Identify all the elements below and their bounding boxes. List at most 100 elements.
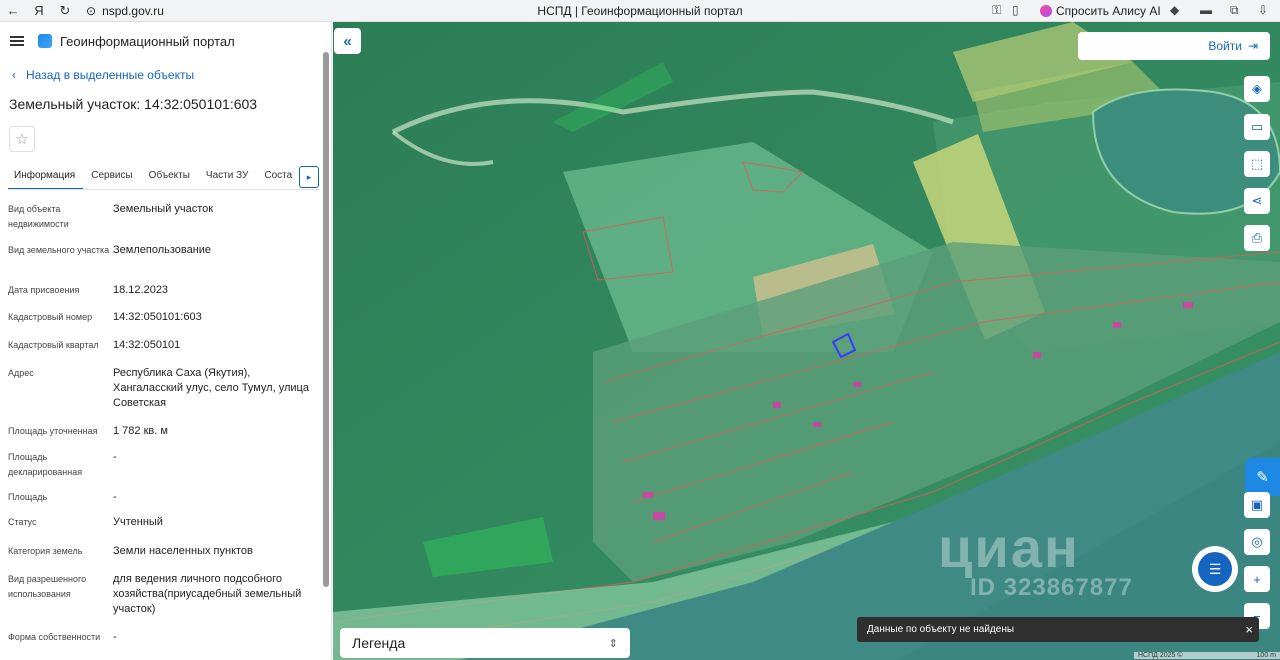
info-value: - xyxy=(113,631,117,643)
share-page-icon[interactable]: ⧉ xyxy=(1230,3,1239,18)
info-value: Республика Саха (Якутия), Хангаласский у… xyxy=(113,367,309,409)
info-value: 14:32:050101:603 xyxy=(113,311,202,323)
info-label: Площадь xyxy=(8,492,48,502)
info-label: Вид разрешенного использования xyxy=(8,574,87,599)
info-row: Кадастровый номер 14:32:050101:603 xyxy=(8,310,320,338)
info-value: 18.12.2023 xyxy=(113,284,169,296)
layers-icon: ◈ xyxy=(1252,81,1262,96)
yandex-icon[interactable]: Я xyxy=(26,3,52,18)
legend-select[interactable]: Легенда ⇕ xyxy=(340,628,630,658)
measure-button[interactable]: ▭ xyxy=(1244,114,1270,140)
address-bar[interactable]: ⊙ nspd.gov.ru xyxy=(86,4,164,18)
reload-icon[interactable]: ↻ xyxy=(52,3,78,19)
object-title: Земельный участок: 14:32:050101:603 xyxy=(9,96,258,112)
bookmark-icon[interactable]: ▯ xyxy=(1012,3,1019,17)
back-arrow-icon[interactable]: ← xyxy=(0,3,26,18)
address-text: nspd.gov.ru xyxy=(102,3,164,18)
info-row: Вид объекта недвижимости Земельный участ… xyxy=(8,202,320,243)
map-canvas[interactable]: циан ID 323867877 xyxy=(333,22,1280,660)
favorite-button[interactable]: ☆ xyxy=(9,126,35,152)
alice-icon xyxy=(1040,5,1052,17)
info-label: Статус xyxy=(8,517,37,527)
side-panel-button[interactable]: ✎ xyxy=(1245,458,1280,496)
info-row: Форма собственности - xyxy=(8,630,320,650)
info-label: Адрес xyxy=(8,368,34,378)
info-label: Кадастровый номер xyxy=(8,312,93,322)
sidebar-scrollbar[interactable] xyxy=(323,52,329,587)
info-label: Вид объекта недвижимости xyxy=(8,204,69,229)
info-value: Землепользование xyxy=(113,244,212,256)
tab-composition[interactable]: Соста xyxy=(258,166,300,189)
info-label: Площадь уточненная xyxy=(8,426,98,436)
alice-button[interactable]: Спросить Алису AI xyxy=(1036,2,1167,20)
satellite-imagery xyxy=(333,22,1280,660)
tab-info[interactable]: Информация xyxy=(8,166,84,189)
info-value: Земельный участок xyxy=(113,203,214,215)
downloads-icon[interactable]: ⇩ xyxy=(1258,3,1268,17)
info-row: Площадь - xyxy=(8,490,320,515)
site-info-icon[interactable]: ⊙ xyxy=(86,4,96,18)
star-icon: ☆ xyxy=(15,131,29,148)
layers-button[interactable]: ◈ xyxy=(1244,76,1270,102)
info-row: Площадь декларированная - xyxy=(8,450,320,490)
info-row: Категория земель Земли населенных пункто… xyxy=(8,544,320,572)
tab-parts[interactable]: Части ЗУ xyxy=(200,166,256,189)
info-value: Земли населенных пунктов xyxy=(113,545,253,557)
tab-objects[interactable]: Объекты xyxy=(143,166,198,189)
info-label: Площадь декларированная xyxy=(8,452,83,477)
info-row: Вид земельного участка Землепользование xyxy=(8,243,320,283)
legend-label: Легенда xyxy=(352,635,406,651)
info-row: Статус Учтенный xyxy=(8,515,320,544)
notification-toast: Данные по объекту не найдены × xyxy=(857,617,1259,642)
login-icon: ⇥ xyxy=(1247,39,1258,53)
panel-icon: ✎ xyxy=(1256,469,1269,486)
minimap-button[interactable]: ▣ xyxy=(1244,492,1270,518)
info-value: для ведения личного подсобного хозяйства… xyxy=(113,573,302,615)
info-value: Учтенный xyxy=(113,516,163,528)
share-button[interactable]: ⋖ xyxy=(1244,188,1270,214)
info-label: Дата присвоения xyxy=(8,285,80,295)
info-label: Кадастровый квартал xyxy=(8,340,99,350)
info-row: Площадь уточненная 1 782 кв. м xyxy=(8,424,320,450)
info-row: Кадастровый квартал 14:32:050101 xyxy=(8,338,320,366)
cian-watermark: циан ID 323867877 xyxy=(938,515,1133,602)
locate-button[interactable]: ◎ xyxy=(1244,529,1270,555)
collapse-sidebar-button[interactable]: « xyxy=(334,28,361,54)
login-button[interactable]: Войти ⇥ xyxy=(1078,32,1270,60)
info-row: Дата присвоения 18.12.2023 xyxy=(8,283,320,310)
key-icon[interactable]: ⚿ xyxy=(992,3,1001,18)
close-icon[interactable]: × xyxy=(1245,622,1253,637)
info-row: Адрес Республика Саха (Якутия), Хангалас… xyxy=(8,366,320,424)
portal-header: Геоинформационный портал xyxy=(0,22,331,60)
double-chevron-left-icon: « xyxy=(343,32,352,50)
object-tabs: Информация Сервисы Объекты Части ЗУ Сост… xyxy=(8,166,320,190)
zoom-in-button[interactable]: + xyxy=(1244,566,1270,592)
info-label: Форма собственности xyxy=(8,632,101,642)
info-value: 1 782 кв. м xyxy=(113,425,168,437)
select-area-icon: ⬚ xyxy=(1250,156,1264,171)
print-button[interactable]: ⎙ xyxy=(1244,225,1270,251)
chat-icon: ☰ xyxy=(1198,552,1232,586)
portal-logo-icon xyxy=(38,34,52,48)
select-area-button[interactable]: ⬚ xyxy=(1244,151,1270,177)
portal-title: Геоинформационный портал xyxy=(60,33,235,49)
reader-icon[interactable]: ▬ xyxy=(1200,3,1212,17)
alice-label: Спросить Алису AI xyxy=(1056,4,1161,18)
watermark-logo: циан xyxy=(938,516,1080,579)
login-label: Войти xyxy=(1208,39,1242,53)
tab-services[interactable]: Сервисы xyxy=(85,166,140,189)
ruler-icon: ▭ xyxy=(1250,119,1264,134)
back-to-selected-link[interactable]: ‹ Назад в выделенные объекты xyxy=(0,68,331,82)
scale-label: 100 m xyxy=(1256,652,1276,659)
watermark-id: ID 323867877 xyxy=(970,574,1133,601)
extension-icon[interactable]: ◆ xyxy=(1170,3,1179,17)
plus-icon: + xyxy=(1253,571,1261,587)
info-label: Вид земельного участка xyxy=(8,245,110,255)
location-icon: ◎ xyxy=(1251,534,1263,549)
menu-icon[interactable] xyxy=(10,36,24,46)
info-value: - xyxy=(113,491,117,503)
tabs-scroll-right-button[interactable]: ▸ xyxy=(299,166,319,188)
chat-button[interactable]: ☰ xyxy=(1192,546,1238,592)
object-sidebar: Геоинформационный портал ‹ Назад в выдел… xyxy=(0,22,332,660)
info-label: Категория земель xyxy=(8,546,83,556)
